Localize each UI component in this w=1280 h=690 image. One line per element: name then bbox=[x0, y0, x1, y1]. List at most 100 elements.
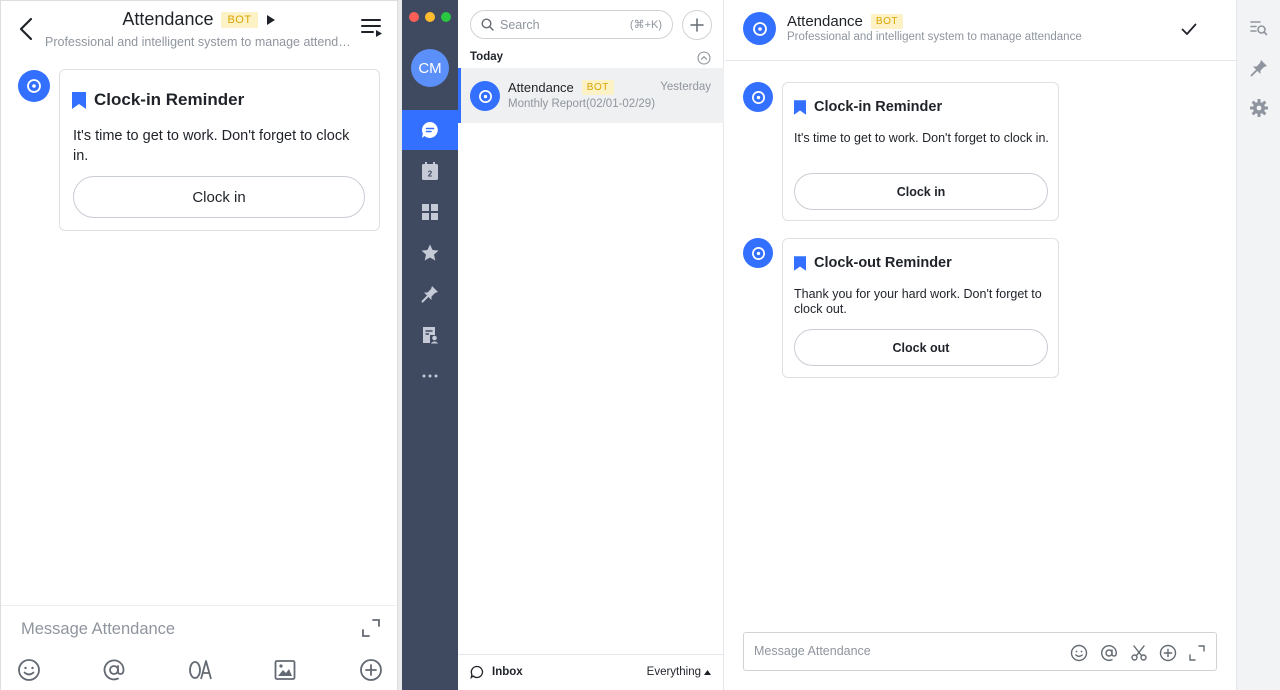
card-title-text: Clock-in Reminder bbox=[94, 90, 245, 109]
play-triangle-icon[interactable] bbox=[266, 14, 276, 26]
plus-icon bbox=[690, 18, 704, 32]
bot-avatar[interactable] bbox=[743, 12, 776, 45]
chat-header: Attendance BOT Professional and intellig… bbox=[725, 0, 1236, 61]
app-sidebar: CM 2 bbox=[402, 0, 458, 690]
filter-dropdown[interactable]: Everything bbox=[647, 666, 711, 678]
scissors-icon[interactable] bbox=[1130, 644, 1148, 662]
bookmark-icon bbox=[794, 255, 806, 271]
search-icon bbox=[481, 18, 494, 31]
chat-menu-icon[interactable] bbox=[359, 15, 385, 41]
window-minimize-button[interactable] bbox=[425, 12, 435, 22]
bot-avatar[interactable] bbox=[18, 70, 50, 102]
location-clock-icon bbox=[478, 89, 492, 103]
chat-window: Attendance BOT Professional and intellig… bbox=[725, 0, 1236, 690]
card-title-text: Clock-in Reminder bbox=[814, 99, 943, 115]
chat-item-name-row: Attendance BOT bbox=[508, 80, 614, 95]
chat-title: Attendance bbox=[787, 13, 863, 30]
nav-item-calendar[interactable]: 2 bbox=[402, 151, 458, 191]
nav-item-favorites[interactable] bbox=[402, 233, 458, 273]
chat-item-name: Attendance bbox=[508, 80, 574, 95]
search-box[interactable]: (⌘+K) bbox=[470, 10, 673, 39]
chat-title-row: Attendance BOT bbox=[787, 13, 903, 30]
new-chat-button[interactable] bbox=[682, 10, 712, 40]
bot-badge: BOT bbox=[581, 80, 614, 95]
checkmark-icon[interactable] bbox=[1180, 20, 1198, 38]
search-input[interactable] bbox=[500, 17, 620, 32]
clock-in-reminder-card: Clock-in Reminder It's time to get to wo… bbox=[782, 82, 1059, 221]
more-icon bbox=[422, 374, 438, 378]
active-indicator bbox=[458, 68, 461, 123]
chat-list-item-attendance[interactable]: Attendance BOT Yesterday Monthly Report(… bbox=[458, 68, 724, 123]
card-title: Clock-out Reminder bbox=[794, 255, 952, 271]
clock-out-button[interactable]: Clock out bbox=[794, 329, 1048, 366]
plus-circle-icon[interactable] bbox=[1159, 644, 1177, 662]
image-icon[interactable] bbox=[273, 658, 297, 682]
mobile-chat-title: Attendance bbox=[122, 9, 214, 29]
bot-avatar[interactable] bbox=[743, 238, 773, 268]
bot-badge: BOT bbox=[870, 14, 903, 29]
bookmark-icon bbox=[72, 91, 86, 109]
plus-circle-icon[interactable] bbox=[359, 658, 383, 682]
bot-badge: BOT bbox=[221, 11, 258, 28]
pin-icon[interactable] bbox=[1249, 58, 1269, 78]
bot-avatar[interactable] bbox=[743, 82, 773, 112]
clock-out-reminder-card: Clock-out Reminder Thank you for your ha… bbox=[782, 238, 1059, 378]
filter-label: Everything bbox=[646, 666, 701, 678]
card-body: It's time to get to work. Don't forget t… bbox=[794, 131, 1049, 145]
calendar-day: 2 bbox=[428, 170, 433, 179]
oa-icon[interactable] bbox=[188, 658, 212, 682]
star-icon bbox=[421, 244, 439, 261]
pin-icon bbox=[421, 286, 438, 303]
settings-gear-icon[interactable] bbox=[1249, 98, 1269, 118]
user-avatar[interactable]: CM bbox=[411, 49, 449, 87]
card-title-text: Clock-out Reminder bbox=[814, 255, 952, 271]
emoji-icon[interactable] bbox=[1070, 644, 1088, 662]
expand-icon[interactable] bbox=[361, 618, 381, 638]
nav-item-apps[interactable] bbox=[402, 192, 458, 232]
bookmark-icon bbox=[794, 99, 806, 115]
mobile-chat-panel: Attendance BOT Professional and intellig… bbox=[0, 0, 398, 690]
location-clock-icon bbox=[751, 246, 765, 260]
docs-icon bbox=[423, 327, 439, 344]
emoji-icon[interactable] bbox=[17, 658, 41, 682]
inbox-chat-icon bbox=[470, 665, 484, 679]
mention-icon[interactable] bbox=[102, 658, 126, 682]
section-header-today: Today bbox=[470, 51, 504, 63]
message-input[interactable] bbox=[754, 644, 1034, 658]
caret-up-icon bbox=[704, 669, 711, 675]
clock-in-button[interactable]: Clock in bbox=[73, 176, 365, 218]
chat-icon bbox=[421, 122, 438, 138]
nav-item-pins[interactable] bbox=[402, 274, 458, 314]
calendar-icon: 2 bbox=[422, 162, 438, 180]
mobile-header: Attendance BOT Professional and intellig… bbox=[1, 1, 397, 57]
nav-item-docs[interactable] bbox=[402, 315, 458, 355]
nav-item-chat[interactable] bbox=[402, 110, 458, 150]
nav-item-more[interactable] bbox=[402, 356, 458, 396]
card-title: Clock-in Reminder bbox=[794, 99, 942, 115]
chat-item-time: Yesterday bbox=[660, 81, 711, 93]
clock-in-button[interactable]: Clock in bbox=[794, 173, 1048, 210]
mention-icon[interactable] bbox=[1100, 644, 1118, 662]
expand-icon[interactable] bbox=[1188, 644, 1206, 662]
chat-list-panel: (⌘+K) Today Attendance BOT Yesterday Mon… bbox=[458, 0, 724, 690]
chat-list-footer: Inbox Everything bbox=[458, 654, 724, 690]
card-body: Thank you for your hard work. Don't forg… bbox=[794, 287, 1042, 316]
window-close-button[interactable] bbox=[409, 12, 419, 22]
chat-item-preview: Monthly Report(02/01-02/29) bbox=[508, 98, 656, 110]
message-composer bbox=[743, 632, 1217, 671]
mobile-chat-subtitle: Professional and intelligent system to m… bbox=[45, 35, 355, 49]
search-shortcut: (⌘+K) bbox=[629, 19, 662, 31]
mobile-title-row: Attendance BOT bbox=[1, 9, 397, 30]
search-history-icon[interactable] bbox=[1249, 18, 1269, 38]
location-clock-icon bbox=[751, 90, 765, 104]
apps-icon bbox=[422, 204, 438, 220]
chat-subtitle: Professional and intelligent system to m… bbox=[787, 31, 1082, 43]
right-toolbar bbox=[1236, 0, 1280, 690]
mobile-message-input[interactable] bbox=[21, 620, 321, 639]
inbox-button[interactable]: Inbox bbox=[470, 665, 523, 679]
location-clock-icon bbox=[27, 79, 41, 93]
clock-in-reminder-card: Clock-in Reminder It's time to get to wo… bbox=[59, 69, 380, 231]
window-maximize-button[interactable] bbox=[441, 12, 451, 22]
card-body: It's time to get to work. Don't forget t… bbox=[73, 128, 350, 164]
collapse-section-icon[interactable] bbox=[697, 51, 711, 65]
